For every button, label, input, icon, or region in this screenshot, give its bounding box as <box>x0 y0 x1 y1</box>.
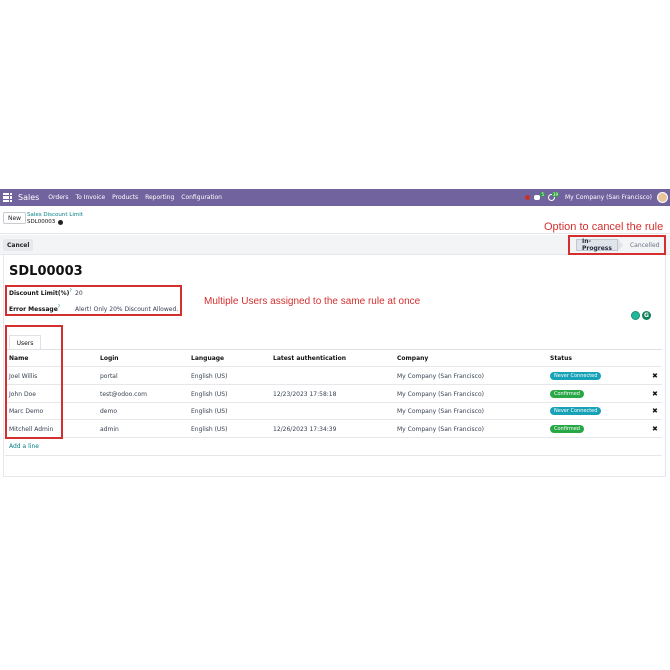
error-message-field[interactable]: Alert! Only 20% Discount Allowed. <box>75 306 178 313</box>
user-avatar[interactable] <box>657 192 668 203</box>
cell-language[interactable]: English (US) <box>191 426 227 433</box>
cell-login[interactable]: portal <box>100 373 118 380</box>
status-badge: Never Connected <box>550 372 602 380</box>
column-status[interactable]: Status <box>550 355 572 362</box>
discount-limit-label-text: Discount Limit(%) <box>9 290 70 297</box>
status-row: Cancel In-Progress Cancelled <box>0 235 670 255</box>
status-badge: Confirmed <box>550 390 584 398</box>
column-language[interactable]: Language <box>191 355 224 362</box>
status-badge: Confirmed <box>550 425 584 433</box>
gear-icon[interactable] <box>58 219 64 225</box>
company-switcher[interactable]: My Company (San Francisco) <box>565 194 652 201</box>
stage-in-progress[interactable]: In-Progress <box>576 238 618 252</box>
cell-language[interactable]: English (US) <box>191 408 227 415</box>
cell-login[interactable]: test@odoo.com <box>100 391 147 398</box>
row-divider <box>5 437 662 438</box>
record-title: SDL00003 <box>9 264 83 279</box>
cell-login[interactable]: demo <box>100 408 117 415</box>
column-latest-authentication[interactable]: Latest authentication <box>273 355 346 362</box>
stage-arrow-icon <box>617 239 623 251</box>
menu-reporting[interactable]: Reporting <box>145 194 174 201</box>
top-navbar: Sales Orders To Invoice Products Reporti… <box>0 189 670 206</box>
menu-orders[interactable]: Orders <box>48 194 68 201</box>
breadcrumb-current: SDL00003 <box>27 219 64 225</box>
discount-limit-field[interactable]: 20 <box>75 290 83 297</box>
sheet-icons: G <box>631 311 651 320</box>
discount-limit-label: Discount Limit(%)? <box>9 289 72 297</box>
column-company[interactable]: Company <box>397 355 428 362</box>
breadcrumb-current-label: SDL00003 <box>27 219 56 225</box>
cell-language[interactable]: English (US) <box>191 373 227 380</box>
debug-bug-icon[interactable] <box>525 195 530 200</box>
cell-language[interactable]: English (US) <box>191 391 227 398</box>
delete-icon[interactable]: ✖ <box>652 372 658 380</box>
cell-company[interactable]: My Company (San Francisco) <box>397 408 484 415</box>
row-divider <box>5 419 662 420</box>
delete-icon[interactable]: ✖ <box>652 425 658 433</box>
grammarly-icon[interactable]: G <box>642 311 651 320</box>
row-divider <box>5 455 662 456</box>
cell-auth[interactable]: 12/23/2023 17:58:18 <box>273 391 336 398</box>
annotation-multi-users: Multiple Users assigned to the same rule… <box>204 296 421 307</box>
app-name[interactable]: Sales <box>18 193 39 202</box>
cell-login[interactable]: admin <box>100 426 119 433</box>
users-highlight <box>5 325 63 439</box>
error-message-label: Error Message? <box>9 305 60 313</box>
cell-company[interactable]: My Company (San Francisco) <box>397 373 484 380</box>
row-divider <box>5 402 662 403</box>
location-pin-icon[interactable] <box>631 311 640 320</box>
chat-icon[interactable]: 5 <box>534 192 545 200</box>
cell-company[interactable]: My Company (San Francisco) <box>397 391 484 398</box>
status-badge: Never Connected <box>550 407 602 415</box>
delete-icon[interactable]: ✖ <box>652 390 658 398</box>
row-divider <box>5 384 662 385</box>
error-message-label-text: Error Message <box>9 306 58 313</box>
cancel-button[interactable]: Cancel <box>3 239 34 251</box>
annotation-cancel-rule: Option to cancel the rule <box>544 221 664 233</box>
tab-divider <box>5 349 662 350</box>
add-line-link[interactable]: Add a line <box>9 443 39 450</box>
activity-badge: 5 <box>540 192 545 197</box>
timer-badge: 39 <box>551 192 559 197</box>
column-login[interactable]: Login <box>100 355 119 362</box>
row-divider <box>5 366 662 367</box>
app-menu-icon[interactable] <box>3 192 13 203</box>
menu-configuration[interactable]: Configuration <box>181 194 222 201</box>
stage-cancelled[interactable]: Cancelled <box>625 239 665 251</box>
help-icon[interactable]: ? <box>58 305 60 310</box>
cell-auth[interactable]: 12/26/2023 17:34:39 <box>273 426 336 433</box>
help-icon[interactable]: ? <box>69 289 71 294</box>
menu-to-invoice[interactable]: To Invoice <box>75 194 105 201</box>
menu-products[interactable]: Products <box>112 194 138 201</box>
delete-icon[interactable]: ✖ <box>652 407 658 415</box>
cell-company[interactable]: My Company (San Francisco) <box>397 426 484 433</box>
new-button[interactable]: New <box>3 212 27 224</box>
navbar-systray: 5 39 My Company (San Francisco) <box>525 192 670 203</box>
breadcrumb-parent[interactable]: Sales Discount Limit <box>27 212 83 218</box>
clock-icon[interactable]: 39 <box>548 192 559 201</box>
statusbar-highlight: In-Progress Cancelled <box>568 235 666 255</box>
